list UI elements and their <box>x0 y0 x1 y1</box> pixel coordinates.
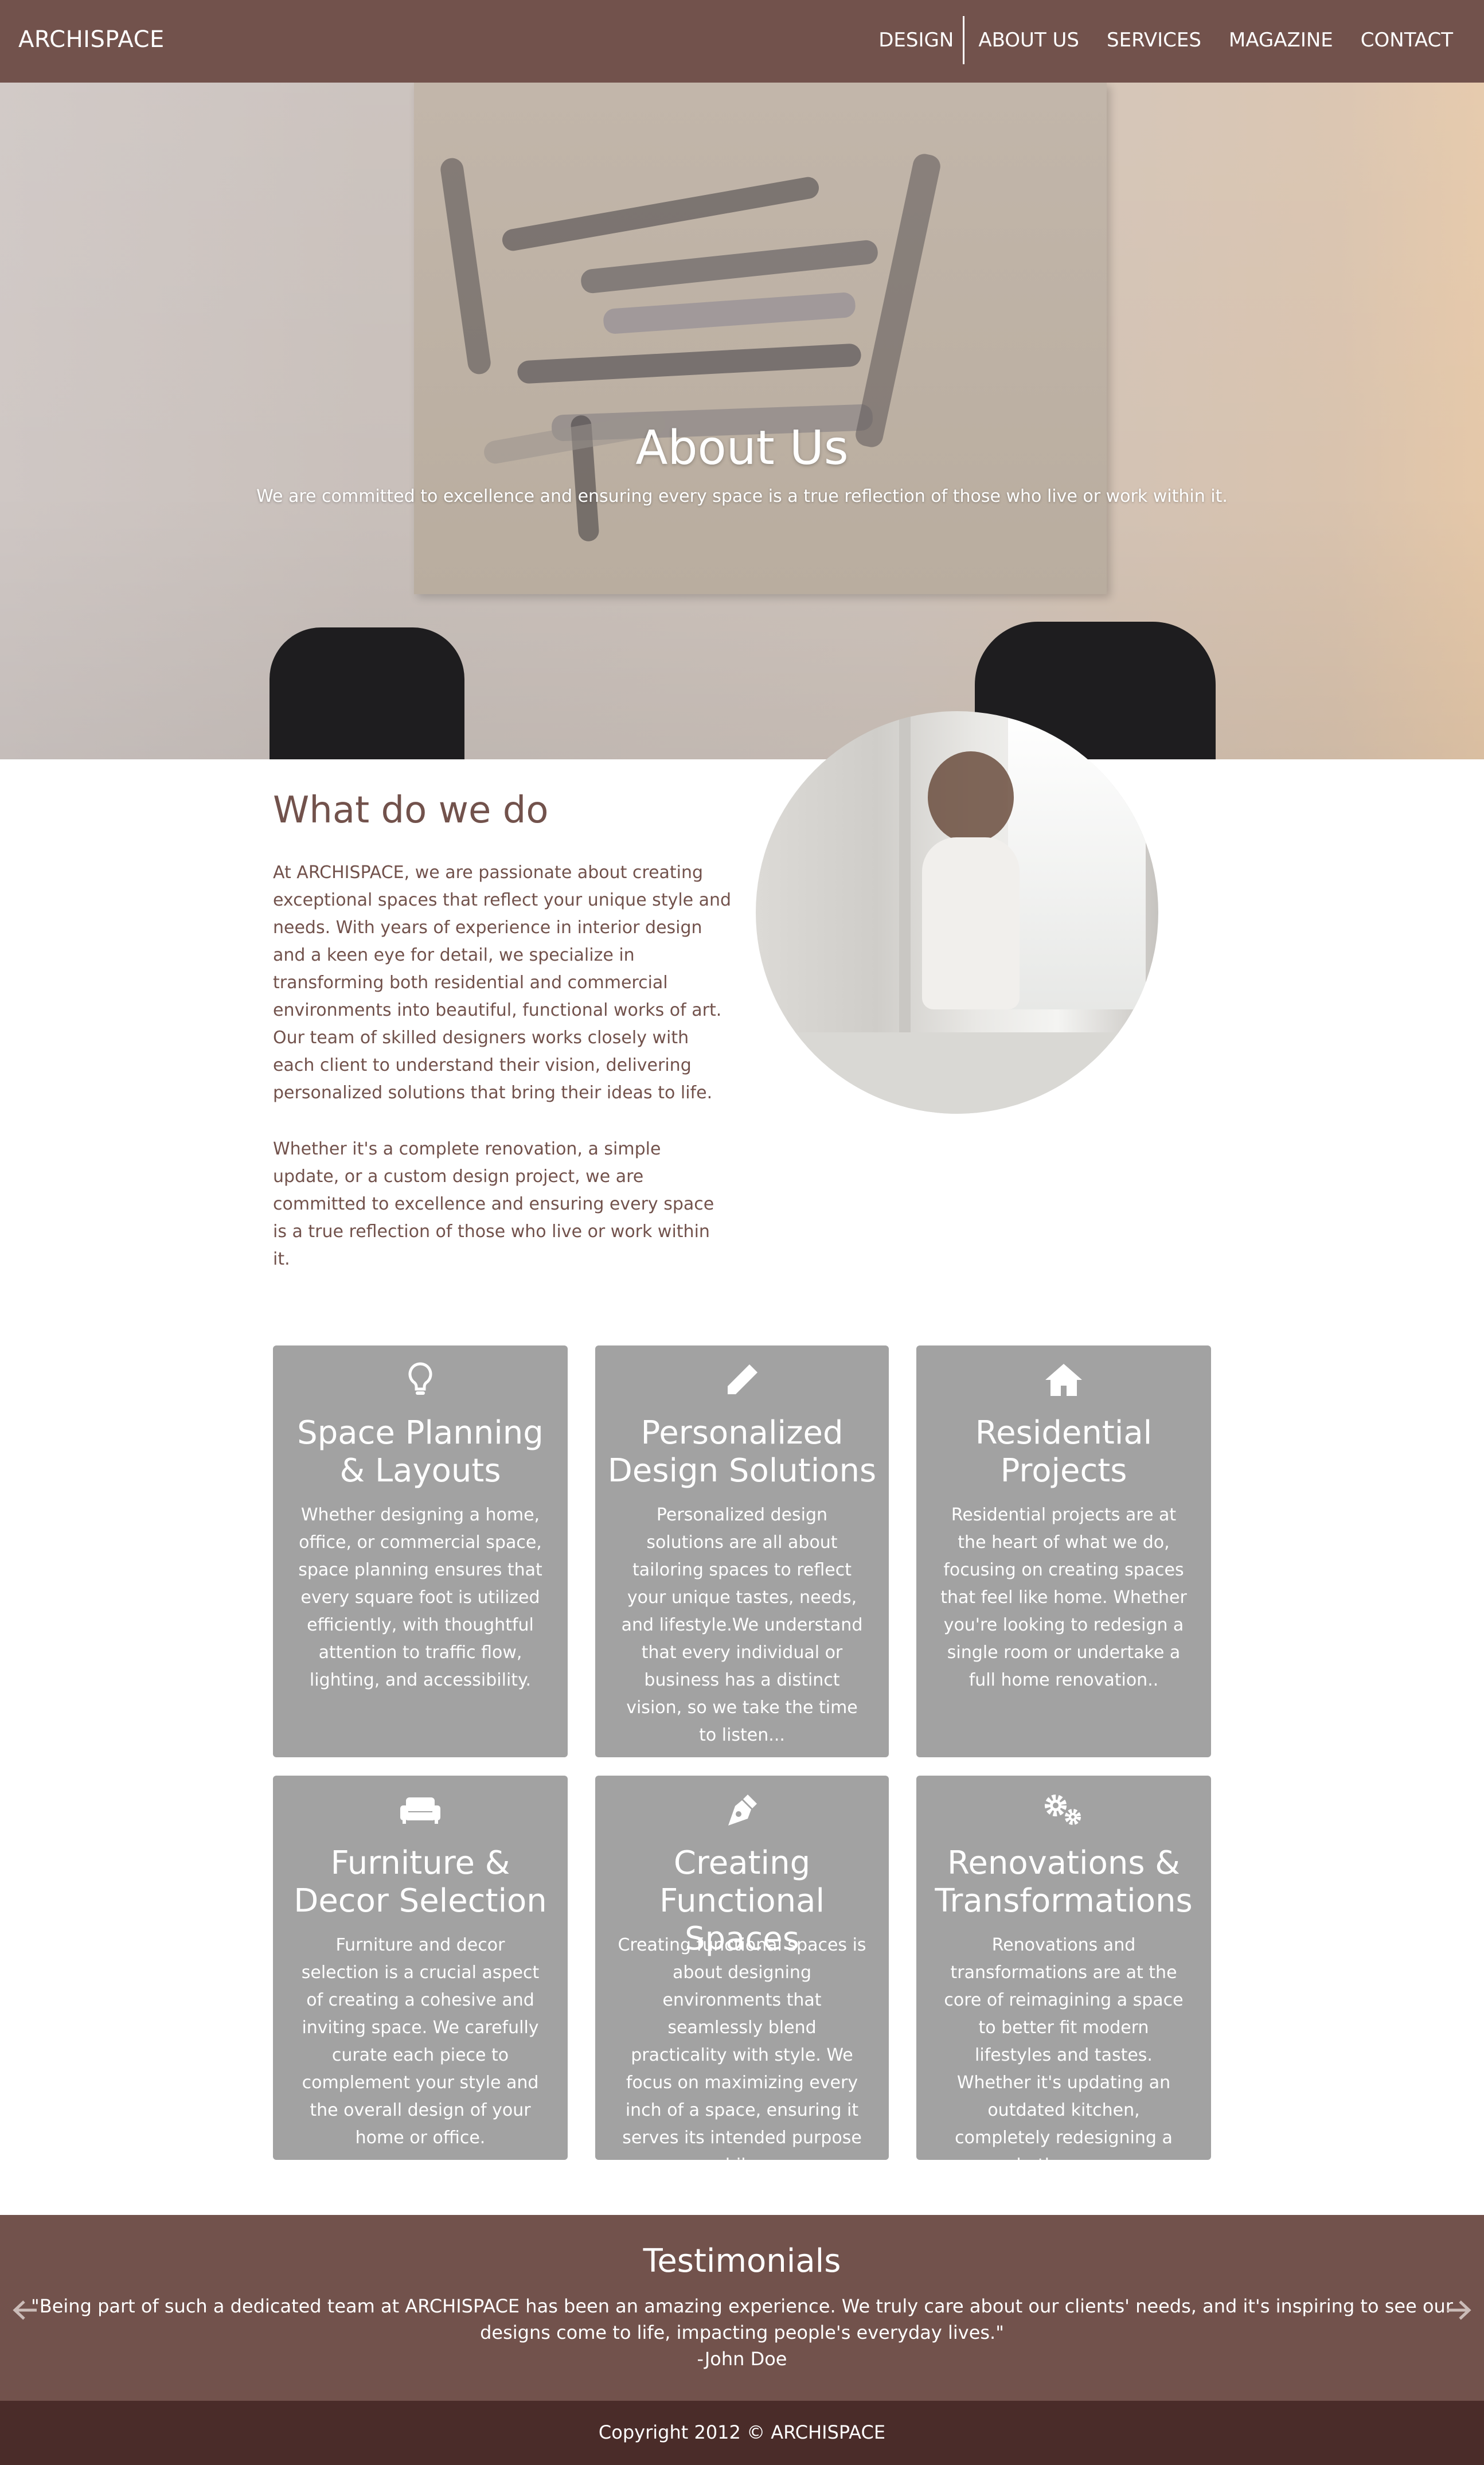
service-title: Space Planning & Layouts <box>297 1414 544 1489</box>
service-card-furniture[interactable]: Furniture & Decor Selection Furniture an… <box>273 1776 568 2160</box>
service-card-personalized-design[interactable]: Personalized Design Solutions Personaliz… <box>595 1345 889 1757</box>
site-header: ARCHISPACE DESIGN ABOUT US SERVICES MAGA… <box>0 0 1484 83</box>
gears-icon <box>916 1787 1211 1833</box>
service-text: Personalized design solutions are all ab… <box>621 1505 863 1745</box>
nav-about-us[interactable]: ABOUT US <box>964 16 1093 64</box>
about-section: What do we do At ARCHISPACE, we are pass… <box>0 759 1484 1333</box>
pen-nib-icon <box>595 1787 889 1833</box>
photo-person-body <box>922 837 1020 1009</box>
nav-contact[interactable]: CONTACT <box>1347 16 1467 64</box>
chair-left <box>270 627 464 759</box>
lightbulb-icon <box>273 1357 568 1403</box>
next-arrow-icon[interactable] <box>1442 2293 1476 2327</box>
service-text: Furniture and decor selection is a cruci… <box>301 1935 540 2148</box>
testimonials-title: Testimonials <box>643 2242 841 2280</box>
main-nav: DESIGN ABOUT US SERVICES MAGAZINE CONTAC… <box>865 16 1467 64</box>
nav-magazine[interactable]: MAGAZINE <box>1215 16 1347 64</box>
service-card-residential[interactable]: Residential Projects Residential project… <box>916 1345 1211 1757</box>
site-footer: Copyright 2012 © ARCHISPACE <box>0 2401 1484 2465</box>
sofa-icon <box>273 1787 568 1833</box>
hero-painting <box>414 83 1107 594</box>
service-text: Whether designing a home, office, or com… <box>298 1505 542 1690</box>
service-card-functional-spaces[interactable]: Creating Functional Spaces Creating func… <box>595 1776 889 2175</box>
home-icon <box>916 1357 1211 1403</box>
hero-title: About Us <box>635 421 849 475</box>
service-title: Furniture & Decor Selection <box>294 1844 547 1920</box>
pencil-icon <box>595 1357 889 1403</box>
service-text: Renovations and transformations are at t… <box>944 1935 1184 2175</box>
site-logo[interactable]: ARCHISPACE <box>18 26 165 53</box>
service-text: Residential projects are at the heart of… <box>940 1505 1187 1690</box>
about-paragraph-1: At ARCHISPACE, we are passionate about c… <box>273 863 732 1103</box>
service-card-renovations[interactable]: Renovations & Transformations Renovation… <box>916 1776 1211 2175</box>
footer-copyright: Copyright 2012 © ARCHISPACE <box>598 2421 886 2443</box>
photo-person-hair <box>928 751 1014 843</box>
photo-floor <box>756 1032 1158 1114</box>
testimonial-quote: "Being part of such a dedicated team at … <box>31 2295 1453 2343</box>
about-circle-photo <box>756 711 1158 1114</box>
about-paragraph-2: Whether it's a complete renovation, a si… <box>273 1139 714 1269</box>
testimonials-section: Testimonials "Being part of such a dedic… <box>0 2215 1484 2401</box>
service-title: Personalized Design Solutions <box>607 1414 877 1489</box>
service-card-space-planning[interactable]: Space Planning & Layouts Whether designi… <box>273 1345 568 1757</box>
nav-services[interactable]: SERVICES <box>1093 16 1215 64</box>
hero-banner: About Us We are committed to excellence … <box>0 83 1484 759</box>
service-title: Residential Projects <box>975 1414 1153 1489</box>
photo-window <box>1008 711 1146 1009</box>
service-text: Creating functional spaces is about desi… <box>618 1935 866 2175</box>
testimonial-author: -John Doe <box>697 2348 787 2370</box>
service-title: Renovations & Transformations <box>935 1844 1193 1920</box>
nav-design[interactable]: DESIGN <box>865 16 965 64</box>
hero-subtitle: We are committed to excellence and ensur… <box>256 486 1228 506</box>
about-heading: What do we do <box>273 789 549 832</box>
